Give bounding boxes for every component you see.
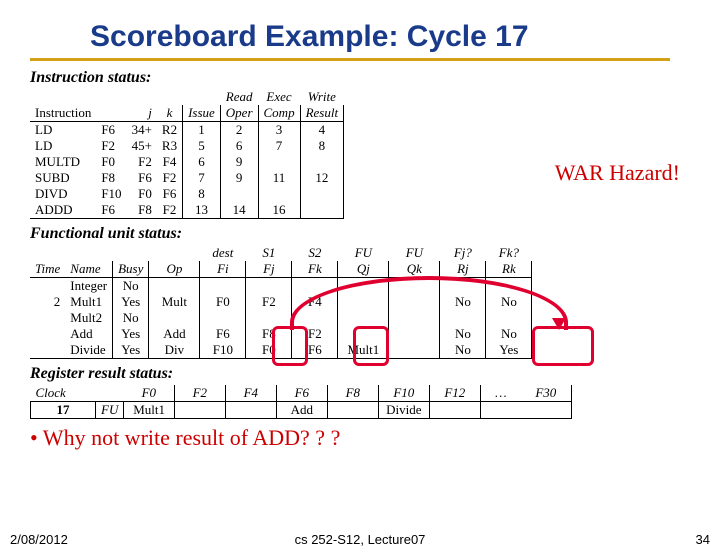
col-exec: Exec — [258, 89, 300, 105]
slide-title: Scoreboard Example: Cycle 17 — [90, 20, 690, 54]
col-time: Time — [30, 261, 65, 278]
col-qj: Qj — [338, 261, 389, 278]
col-result: Result — [300, 105, 344, 122]
instr-status-heading: Instruction status: — [30, 69, 690, 87]
table-row: LDF634+R21234 — [30, 122, 344, 139]
col-rj: Rj — [440, 261, 486, 278]
highlight-box-rk — [532, 326, 594, 366]
reg-status-heading: Register result status: — [30, 365, 690, 383]
col-fj: Fj — [246, 261, 292, 278]
col-k: k — [157, 105, 183, 122]
fu-status-heading: Functional unit status: — [30, 225, 690, 243]
col-busy: Busy — [113, 261, 149, 278]
col-fk: Fk — [292, 261, 338, 278]
col-fi: Fi — [200, 261, 246, 278]
col-oper: Oper — [220, 105, 258, 122]
col-name: Name — [65, 261, 112, 278]
clock-value: 17 — [31, 402, 96, 419]
col-fu1: FU — [338, 245, 389, 261]
fu-label: FU — [96, 402, 124, 419]
col-dest: dest — [200, 245, 246, 261]
question-bullet: • Why not write result of ADD? ? ? — [30, 425, 690, 451]
table-row: ADDDF6F8F2131416 — [30, 202, 344, 219]
col-clock: Clock — [31, 385, 96, 402]
col-issue: Issue — [183, 105, 221, 122]
col-comp: Comp — [258, 105, 300, 122]
instr-status-table: Read Exec Write Instruction j k Issue Op… — [30, 89, 344, 219]
table-row: LDF245+R35678 — [30, 138, 344, 154]
highlight-box-fi — [272, 326, 308, 366]
arrow-head-icon — [552, 318, 566, 330]
col-rk: Rk — [486, 261, 532, 278]
col-s2: S2 — [292, 245, 338, 261]
war-hazard-annotation: WAR Hazard! — [555, 160, 680, 186]
table-row: SUBDF8F6F2791112 — [30, 170, 344, 186]
col-s1: S1 — [246, 245, 292, 261]
col-j: j — [127, 105, 157, 122]
col-write: Write — [300, 89, 344, 105]
col-read: Read — [220, 89, 258, 105]
col-fkq: Fk? — [486, 245, 532, 261]
reg-status-table: Clock F0 F2 F4 F6 F8 F10 F12 … F30 17 FU… — [30, 385, 572, 419]
col-fu2: FU — [389, 245, 440, 261]
col-op: Op — [149, 261, 200, 278]
table-row: MULTDF0F2F469 — [30, 154, 344, 170]
table-row: DIVDF10F0F68 — [30, 186, 344, 202]
highlight-box-fk — [353, 326, 389, 366]
col-fjq: Fj? — [440, 245, 486, 261]
title-underline — [30, 58, 670, 61]
col-instruction: Instruction — [30, 105, 96, 122]
